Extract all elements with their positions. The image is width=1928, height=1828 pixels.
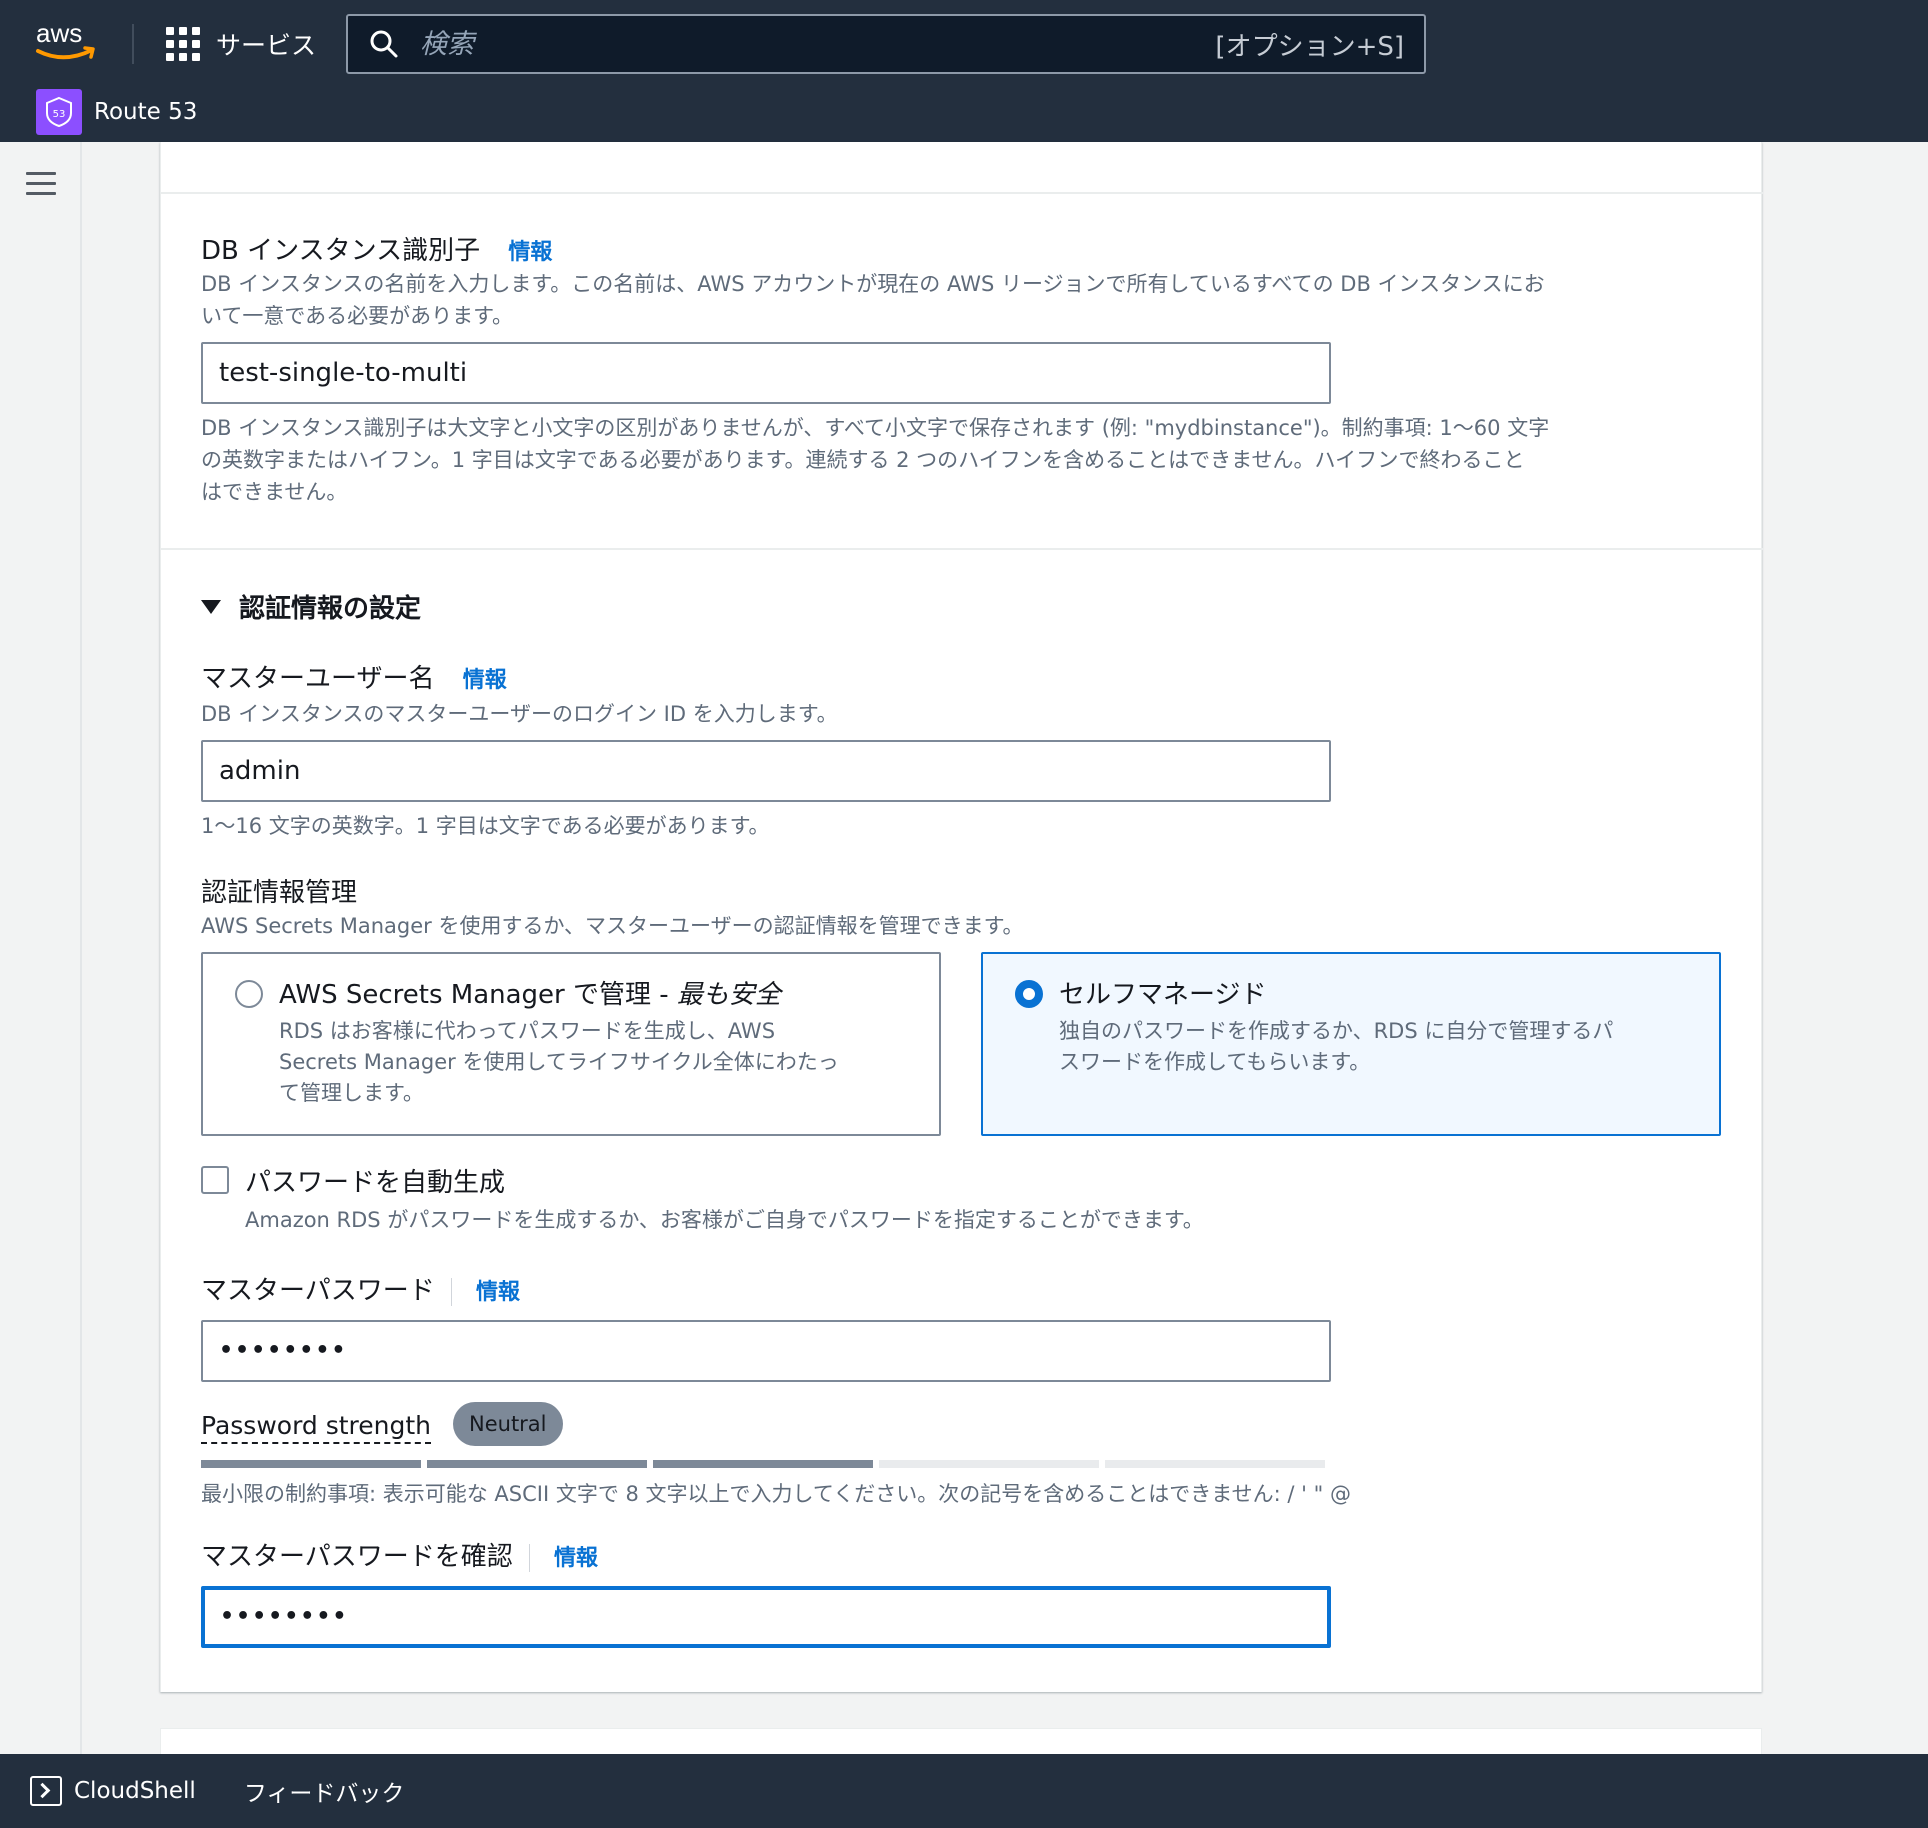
caret-down-icon xyxy=(201,599,221,614)
db-identifier-description: DB インスタンスの名前を入力します。この名前は、AWS アカウントが現在の A… xyxy=(201,268,1731,332)
cloudshell-label: CloudShell xyxy=(74,1778,196,1804)
aws-logo-text: aws xyxy=(36,18,82,48)
logo-divider xyxy=(132,24,134,64)
secrets-manager-title-emphasis: 最も安全 xyxy=(676,980,781,1010)
confirm-password-label: マスターパスワードを確認 xyxy=(201,1542,513,1572)
constraint-line: の英数字またはハイフン。1 字目は文字である必要があります。連続する 2 つのハ… xyxy=(201,448,1525,472)
description-line: スワードを作成してもらいます。 xyxy=(1059,1050,1371,1074)
side-navigation-rail xyxy=(0,142,82,1754)
service-favorite-route53[interactable]: 53 Route 53 xyxy=(36,89,198,135)
master-username-label-row: マスターユーザー名 情報 xyxy=(201,658,507,695)
cloudshell-button[interactable]: CloudShell xyxy=(30,1776,196,1806)
password-strength-label[interactable]: Password strength xyxy=(201,1410,432,1444)
credentials-section-title: 認証情報の設定 xyxy=(239,594,422,624)
password-strength-segment xyxy=(653,1460,873,1468)
self-managed-title: セルフマネージド xyxy=(1059,980,1267,1010)
master-username-input[interactable] xyxy=(201,740,1331,802)
secrets-manager-title: AWS Secrets Manager で管理 - 最も安全 xyxy=(279,974,781,1011)
master-password-label-row: マスターパスワード 情報 xyxy=(201,1270,520,1307)
master-username-constraint: 1〜16 文字の英数字。1 字目は文字である必要があります。 xyxy=(201,814,770,838)
services-label: サービス xyxy=(216,31,317,60)
confirm-password-label-row: マスターパスワードを確認 情報 xyxy=(201,1536,598,1573)
db-identifier-label-row: DB インスタンス識別子 情報 xyxy=(201,230,552,267)
section-divider xyxy=(161,548,1763,550)
self-managed-description: 独自のパスワードを作成するか、RDS に自分で管理するパ スワードを作成してもら… xyxy=(1059,1016,1613,1078)
route53-icon-text: 53 xyxy=(53,109,66,120)
option-secrets-manager-tile[interactable]: AWS Secrets Manager で管理 - 最も安全 RDS はお客様に… xyxy=(201,952,941,1136)
bottom-console-bar: CloudShell フィードバック xyxy=(0,1754,1928,1828)
password-strength-segment xyxy=(879,1460,1099,1468)
master-password-info-link[interactable]: 情報 xyxy=(476,1280,520,1305)
services-menu-button[interactable]: サービス xyxy=(166,22,316,66)
settings-form-panel: DB インスタンス識別子 情報 DB インスタンスの名前を入力します。この名前は… xyxy=(160,142,1763,1692)
description-line: DB インスタンスの名前を入力します。この名前は、AWS アカウントが現在の A… xyxy=(201,272,1545,296)
master-username-label: マスターユーザー名 xyxy=(201,664,435,694)
feedback-button[interactable]: フィードバック xyxy=(244,1774,405,1808)
aws-logo[interactable]: aws xyxy=(34,18,100,64)
route53-shield-icon: 53 xyxy=(36,89,82,135)
credential-management-label: 認証情報管理 xyxy=(201,878,358,908)
secrets-manager-radio[interactable] xyxy=(235,980,263,1008)
password-strength-segment xyxy=(201,1460,421,1468)
cloudshell-terminal-icon xyxy=(30,1776,62,1806)
description-line: Secrets Manager を使用してライフサイクル全体にわたっ xyxy=(279,1050,839,1074)
secrets-manager-description: RDS はお客様に代わってパスワードを生成し、AWS Secrets Manag… xyxy=(279,1016,839,1109)
service-name: Route 53 xyxy=(94,99,198,125)
db-identifier-input[interactable] xyxy=(201,342,1331,404)
db-identifier-label: DB インスタンス識別子 xyxy=(201,236,481,266)
master-username-description: DB インスタンスのマスターユーザーのログイン ID を入力します。 xyxy=(201,702,838,726)
secrets-manager-title-text: AWS Secrets Manager で管理 - xyxy=(279,980,677,1010)
global-search-box[interactable]: [オプション+S] xyxy=(346,14,1426,74)
info-divider xyxy=(450,1277,452,1306)
password-strength-segment xyxy=(1105,1460,1325,1468)
info-divider xyxy=(528,1543,530,1572)
search-shortcut-hint: [オプション+S] xyxy=(1215,31,1404,62)
search-icon xyxy=(370,30,398,58)
master-password-input[interactable]: •••••••• xyxy=(201,1320,1331,1382)
search-input[interactable] xyxy=(420,28,1216,60)
description-line: て管理します。 xyxy=(279,1081,424,1105)
option-self-managed-tile[interactable]: セルフマネージド 独自のパスワードを作成するか、RDS に自分で管理するパ スワ… xyxy=(981,952,1721,1136)
master-password-label: マスターパスワード xyxy=(201,1276,435,1306)
credentials-section-toggle[interactable]: 認証情報の設定 xyxy=(201,588,421,625)
master-username-info-link[interactable]: 情報 xyxy=(463,668,507,693)
auto-generate-password-description: Amazon RDS がパスワードを生成するか、お客様がご自身でパスワードを指定… xyxy=(245,1208,1204,1232)
auto-generate-password-checkbox[interactable] xyxy=(201,1166,229,1194)
auto-generate-password-label[interactable]: パスワードを自動生成 xyxy=(245,1162,505,1199)
password-strength-badge: Neutral xyxy=(453,1402,563,1446)
grid-icon xyxy=(166,27,200,61)
password-constraint: 最小限の制約事項: 表示可能な ASCII 文字で 8 文字以上で入力してくださ… xyxy=(201,1482,1351,1506)
section-divider xyxy=(161,192,1763,194)
description-line: RDS はお客様に代わってパスワードを生成し、AWS xyxy=(279,1019,776,1043)
confirm-password-input[interactable]: •••••••• xyxy=(201,1586,1331,1648)
db-identifier-info-link[interactable]: 情報 xyxy=(508,240,552,265)
constraint-line: はできません。 xyxy=(201,480,348,504)
top-navigation-bar: aws サービス [オプション+S] 53 Route 53 xyxy=(0,0,1928,142)
constraint-line: DB インスタンス識別子は大文字と小文字の区別がありませんが、すべて小文字で保存… xyxy=(201,416,1550,440)
db-identifier-constraint: DB インスタンス識別子は大文字と小文字の区別がありませんが、すべて小文字で保存… xyxy=(201,412,1731,508)
confirm-password-info-link[interactable]: 情報 xyxy=(554,1546,598,1571)
self-managed-radio[interactable] xyxy=(1015,980,1043,1008)
description-line: 独自のパスワードを作成するか、RDS に自分で管理するパ xyxy=(1059,1019,1614,1043)
password-strength-segment xyxy=(427,1460,647,1468)
description-line: いて一意である必要があります。 xyxy=(201,304,514,328)
credential-management-description: AWS Secrets Manager を使用するか、マスターユーザーの認証情報… xyxy=(201,914,1024,938)
hamburger-menu-icon[interactable] xyxy=(26,172,56,198)
